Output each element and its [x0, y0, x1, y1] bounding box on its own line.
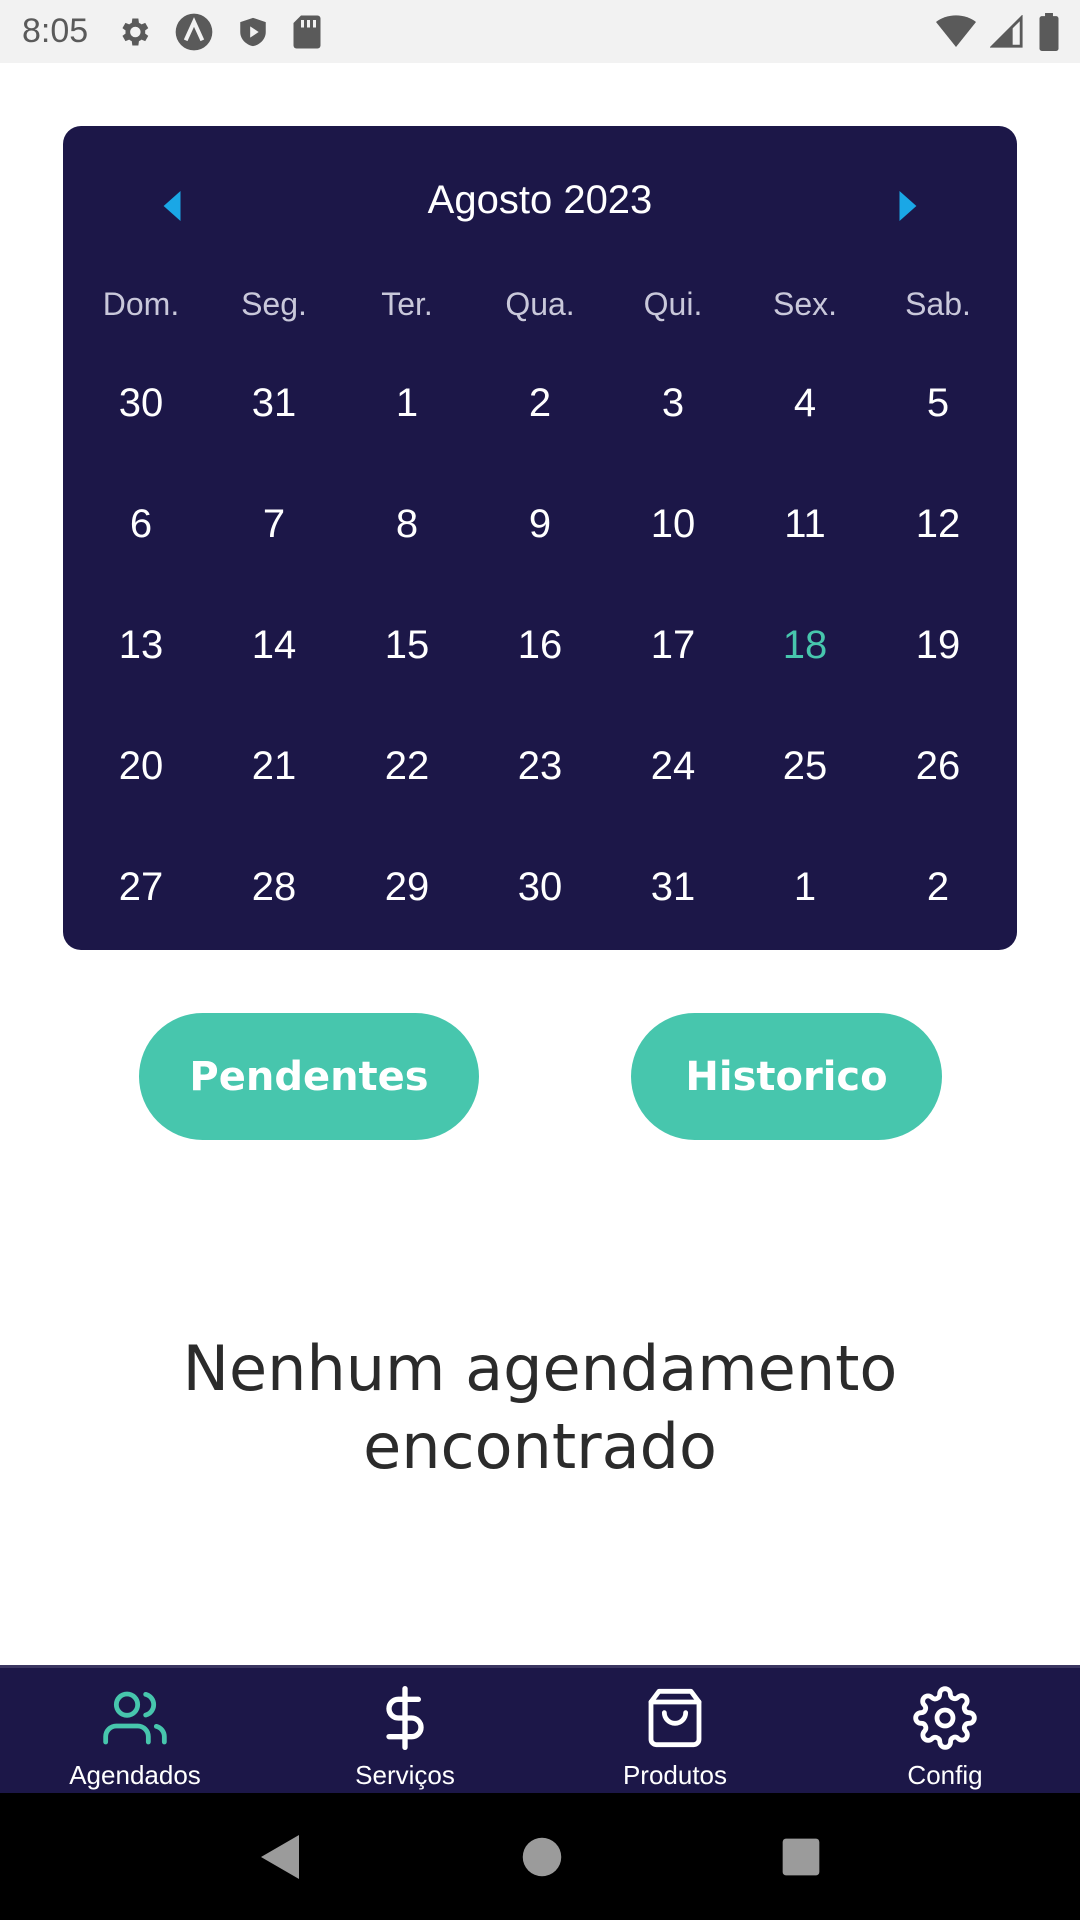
day-cell[interactable]: 12 [872, 502, 1004, 547]
dollar-icon [386, 1686, 424, 1750]
next-month-button[interactable] [887, 186, 927, 226]
weekday-label: Qui. [643, 286, 703, 322]
day-cell[interactable]: 24 [607, 744, 739, 789]
day-cell[interactable]: 7 [208, 502, 340, 547]
day-cell[interactable]: 25 [739, 744, 871, 789]
gear-icon [913, 1686, 977, 1750]
nav-label: Config [907, 1760, 983, 1790]
day-cell[interactable]: 11 [739, 502, 871, 547]
day-cell[interactable]: 30 [75, 381, 207, 426]
sd-card-icon [293, 15, 321, 48]
shopping-bag-icon [648, 1688, 702, 1748]
gear-icon [122, 18, 149, 45]
back-icon[interactable] [259, 1833, 303, 1881]
day-cell[interactable]: 28 [208, 865, 340, 910]
day-cell[interactable]: 30 [474, 865, 606, 910]
day-cell[interactable]: 22 [341, 744, 473, 789]
empty-state-line1: Nenhum agendamento [182, 1332, 898, 1405]
nav-label: Serviços [355, 1760, 455, 1790]
recents-icon[interactable] [781, 1837, 821, 1877]
day-cell[interactable]: 29 [341, 865, 473, 910]
weekday-label: Sab. [905, 286, 971, 322]
empty-state-message: Nenhum agendamento encontrado [0, 1330, 1080, 1486]
weekday-label: Qua. [505, 286, 575, 322]
day-cell[interactable]: 10 [607, 502, 739, 547]
weekday-label: Dom. [102, 286, 180, 322]
weekday-row: Dom. Seg. Ter. Qua. Qui. Sex. Sab. [63, 286, 1017, 346]
bottom-nav: Agendados Serviços Produtos Config [0, 1665, 1080, 1793]
day-cell[interactable]: 21 [208, 744, 340, 789]
week-row: 30 31 1 2 3 4 5 [63, 381, 1017, 441]
day-cell[interactable]: 1 [341, 381, 473, 426]
day-cell[interactable]: 5 [872, 381, 1004, 426]
day-cell[interactable]: 31 [208, 381, 340, 426]
week-row: 6 7 8 9 10 11 12 [63, 502, 1017, 562]
status-bar: 8:05 [0, 0, 1080, 63]
status-time: 8:05 [22, 12, 89, 50]
nav-item-agendados[interactable]: Agendados [0, 1668, 270, 1793]
nav-item-config[interactable]: Config [810, 1668, 1080, 1793]
day-cell[interactable]: 2 [474, 381, 606, 426]
day-cell-today[interactable]: 18 [739, 623, 871, 668]
pendentes-button[interactable]: Pendentes [139, 1013, 479, 1140]
empty-state-line2: encontrado [363, 1410, 717, 1483]
nav-item-produtos[interactable]: Produtos [540, 1668, 810, 1793]
day-cell[interactable]: 19 [872, 623, 1004, 668]
week-row: 20 21 22 23 24 25 26 [63, 744, 1017, 804]
day-cell[interactable]: 3 [607, 381, 739, 426]
day-cell[interactable]: 16 [474, 623, 606, 668]
home-icon[interactable] [521, 1836, 563, 1878]
status-icons-right [936, 0, 1060, 63]
week-row: 27 28 29 30 31 1 2 [63, 865, 1017, 925]
weekday-label: Seg. [241, 286, 307, 322]
day-cell[interactable]: 4 [739, 381, 871, 426]
signal-icon [990, 14, 1023, 48]
day-cell[interactable]: 15 [341, 623, 473, 668]
nav-label: Produtos [622, 1760, 728, 1790]
day-cell[interactable]: 2 [872, 865, 1004, 910]
a-icon [175, 13, 213, 50]
day-cell[interactable]: 13 [75, 623, 207, 668]
weekday-label: Sex. [772, 286, 838, 322]
nav-item-servicos[interactable]: Serviços [270, 1668, 540, 1793]
day-cell[interactable]: 23 [474, 744, 606, 789]
users-icon [103, 1691, 167, 1745]
day-cell[interactable]: 17 [607, 623, 739, 668]
day-cell[interactable]: 14 [208, 623, 340, 668]
day-cell[interactable]: 31 [607, 865, 739, 910]
historico-button[interactable]: Historico [631, 1013, 942, 1140]
day-cell[interactable]: 9 [474, 502, 606, 547]
day-cell[interactable]: 20 [75, 744, 207, 789]
chevron-right-icon [899, 191, 917, 221]
wifi-icon [936, 14, 976, 47]
system-nav-bar [0, 1793, 1080, 1920]
status-icons-left [116, 12, 322, 52]
day-cell[interactable]: 26 [872, 744, 1004, 789]
day-cell[interactable]: 27 [75, 865, 207, 910]
day-cell[interactable]: 8 [341, 502, 473, 547]
day-cell[interactable]: 1 [739, 865, 871, 910]
nav-label: Agendados [69, 1760, 201, 1790]
battery-icon [1039, 12, 1059, 51]
calendar: Agosto 2023 Dom. Seg. Ter. Qua. Qui. Sex… [63, 126, 1017, 950]
week-row: 13 14 15 16 17 18 19 [63, 623, 1017, 683]
day-cell[interactable]: 6 [75, 502, 207, 547]
weekday-label: Ter. [381, 286, 433, 322]
month-title: Agosto 2023 [427, 178, 653, 222]
shield-play-icon [240, 17, 266, 46]
